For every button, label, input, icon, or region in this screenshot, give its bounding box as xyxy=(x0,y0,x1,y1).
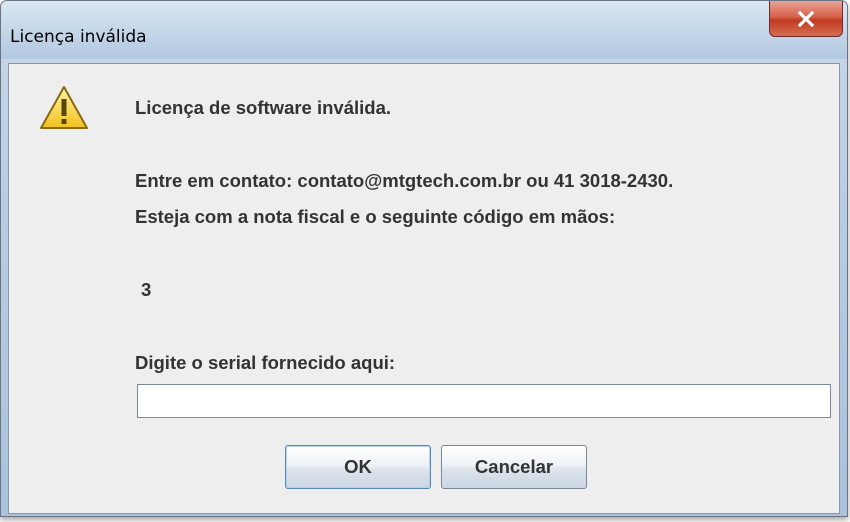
close-button[interactable] xyxy=(769,1,843,37)
close-icon xyxy=(797,10,815,27)
serial-input[interactable] xyxy=(137,384,831,418)
serial-label: Digite o serial fornecido aqui: xyxy=(135,352,396,373)
window-title: Licença inválida xyxy=(10,27,147,47)
instruction-line: Esteja com a nota fiscal e o seguinte có… xyxy=(135,206,616,227)
title-bar[interactable]: Licença inválida xyxy=(1,1,847,59)
message-title: Licença de software inválida. xyxy=(135,97,392,118)
cancel-button[interactable]: Cancelar xyxy=(441,445,587,489)
dialog-window: Licença inválida Licença de software inv… xyxy=(0,0,848,517)
dialog-content: Licença de software inválida. Entre em c… xyxy=(8,63,840,514)
license-code: 3 xyxy=(141,279,152,300)
ok-button[interactable]: OK xyxy=(285,445,431,489)
warning-icon xyxy=(39,85,89,131)
contact-line: Entre em contato: contato@mtgtech.com.br… xyxy=(135,170,674,191)
